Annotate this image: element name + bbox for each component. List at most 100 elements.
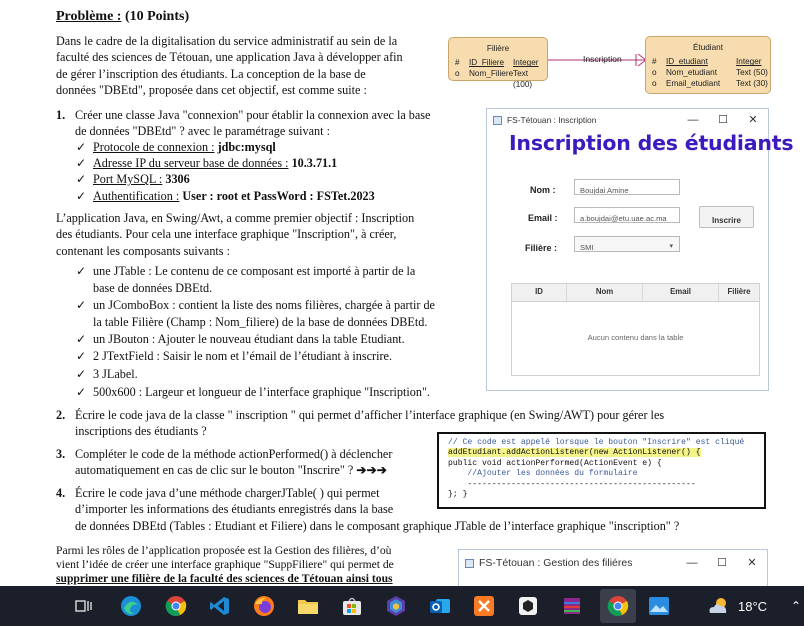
weather-icon [709,598,727,613]
firefox-icon[interactable] [252,594,276,618]
file-explorer-icon[interactable] [296,594,320,618]
question-text: Écrire le code java d’une méthode charge… [75,486,380,500]
chevron-up-icon[interactable]: ⌃ [784,594,804,618]
window-titlebar: FS-Tétouan : Gestion des filiéres — ☐ ✕ [459,550,767,576]
nom-label: Nom : [530,185,556,195]
column-header[interactable]: Email [643,284,719,301]
check-icon: ✓ [76,332,87,346]
email-field[interactable]: a.boujdai@etu.uae.ac.ma [574,207,680,223]
filiere-combobox[interactable]: SMI ▾ [574,236,680,252]
email-label: Email : [528,213,558,223]
nom-field[interactable]: Boujdai Amine [574,179,680,195]
param-line: Protocole de connexion : jdbc:mysql [93,140,276,154]
question-text: inscriptions des étudiants ? [75,424,207,438]
xampp-icon[interactable] [472,594,496,618]
entity-row: o Nom_etudiant Text (50) [652,68,768,78]
check-icon: ✓ [76,172,87,186]
component-line: base de données DBEtd. [93,281,213,295]
question-text: Écrire le code java de la classe " inscr… [75,408,665,422]
entity-row: # ID_etudiant Integer [652,57,762,67]
question-text: automatiquement en cas de clic sur le bo… [75,463,388,477]
entity-title: Filière [486,44,510,53]
er-relation-label: Inscription [583,54,622,64]
window-title: FS-Tétouan : Gestion des filiéres [479,556,633,569]
app-paragraph: L’application Java, en Swing/Awt, a comm… [56,210,472,259]
code-snippet: // Ce code est appelé lorsque le bouton … [437,432,766,509]
code-line: addEtudiant.addActionListener(new Action… [448,448,701,458]
entity-row: # ID_Filiere Integer [455,58,539,68]
component-line: 2 JTextField : Saisir le nom et l’émail … [93,349,393,363]
last-line: supprimer une filière de la faculté des … [56,572,393,586]
param-line: Port MySQL : 3306 [93,172,190,186]
photos-icon[interactable] [647,594,671,618]
question-number: 2. [56,408,66,422]
maximize-icon[interactable]: ☐ [708,112,738,128]
chrome-icon[interactable] [164,594,188,618]
window-title: FS-Tétouan : Inscription [507,114,597,125]
code-line: //Ajouter les données du formulaire [448,469,638,479]
question-number: 1. [56,108,66,122]
question-text: Créer une classe Java "connexion" pour é… [75,108,431,122]
question-number: 4. [56,486,66,500]
weather-widget[interactable]: 18°C [706,596,767,616]
inscription-window: FS-Tétouan : Inscription — ☐ ✕ Inscripti… [486,108,794,391]
app-icon [465,558,474,568]
window-titlebar: FS-Tétouan : Inscription — ☐ ✕ [487,109,768,131]
entity-title: Étudiant [692,43,724,52]
github-desktop-icon[interactable] [516,594,540,618]
maximize-icon[interactable]: ☐ [707,555,737,571]
students-table[interactable]: ID Nom Email Filière Aucun contenu dans … [511,283,760,376]
component-line: la table Filière (Champ : Nom_filiere) d… [93,315,428,329]
code-line: // Ce code est appelé lorsque le bouton … [448,438,745,447]
minimize-icon[interactable]: — [677,555,707,571]
app-line: des étudiants. Pour cela une interface g… [56,227,397,242]
chrome-active-icon[interactable] [600,589,636,623]
close-icon[interactable]: ✕ [737,555,767,571]
column-header[interactable]: Nom [567,284,643,301]
question-text: de données DBEtd (Tables : Etudiant et F… [75,519,680,533]
intro-line: faculté des sciences de Tétouan, une app… [56,50,403,65]
code-line: ----------------------------------------… [448,479,696,489]
intro-line: données "DBEtd", proposée dans cet objec… [56,82,367,97]
table-empty-message: Aucun contenu dans la table [587,333,684,342]
virtualbox-icon[interactable] [384,594,408,618]
gestion-filieres-window: FS-Tétouan : Gestion des filiéres — ☐ ✕ [458,549,768,586]
close-icon[interactable]: ✕ [738,112,768,128]
question-text: Compléter le code de la méthode actionPe… [75,447,393,461]
component-line: un JComboBox : contient la liste des nom… [93,298,435,312]
last-line: Parmi les rôles de l’application proposé… [56,544,392,557]
temperature-label: 18°C [738,598,768,614]
app-icon [493,115,502,125]
store-icon[interactable] [340,594,364,618]
column-header[interactable]: ID [512,284,567,301]
app-line: L’application Java, en Swing/Awt, a comm… [56,211,415,225]
minimize-icon[interactable]: — [678,112,708,128]
inscrire-button[interactable]: Inscrire [699,206,754,228]
problem-title: Problème : (10 Points) [56,9,190,24]
component-line: 3 JLabel. [93,367,138,381]
code-line: }; } [448,490,468,500]
component-line: une JTable : Le contenu de ce composant … [93,264,416,278]
check-icon: ✓ [76,349,87,363]
intro-line: de gérer l’inscription des étudiants. La… [56,66,366,81]
entity-row: o Nom_Filiere Text (100) [455,69,533,90]
vscode-icon[interactable] [208,594,232,618]
form-heading: Inscription des étudiants [509,131,794,155]
component-line: un JBouton : Ajouter le nouveau étudiant… [93,332,405,346]
column-header[interactable]: Filière [719,284,759,301]
er-entity-filiere: Filière # ID_Filiere Integer o Nom_Filiere T… [448,37,548,89]
outlook-icon[interactable] [428,594,452,618]
param-line: Authentification : User : root et PassWo… [93,189,375,203]
edge-icon[interactable] [119,594,143,618]
check-icon: ✓ [76,298,87,312]
filiere-label: Filière : [525,243,558,253]
question-text: de données "DBEtd" ? avec le paramétrage… [75,124,330,138]
check-icon: ✓ [76,385,87,399]
last-paragraph: Parmi les rôles de l’application proposé… [56,544,448,586]
winrar-icon[interactable] [560,594,584,618]
arrow-icon: ➔➔➔ [356,463,388,477]
task-view-icon[interactable] [72,594,96,618]
component-line: 500x600 : Largeur et longueur de l’inter… [93,385,430,399]
check-icon: ✓ [76,264,87,278]
intro-paragraph: Dans le cadre de la digitalisation du se… [56,33,438,98]
